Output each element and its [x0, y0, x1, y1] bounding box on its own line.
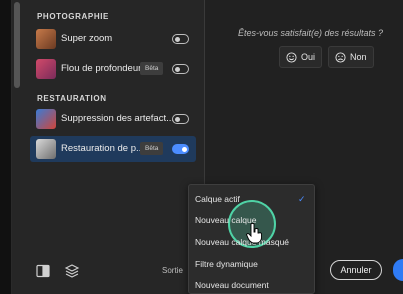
super-zoom-toggle[interactable] — [172, 34, 189, 44]
filter-row-super-zoom[interactable]: Super zoom — [30, 26, 196, 52]
beta-badge: Bêta — [140, 62, 164, 75]
compare-icon[interactable] — [35, 264, 51, 278]
depth-blur-toggle[interactable] — [172, 64, 189, 74]
filter-label: Restauration de p... — [61, 143, 144, 154]
panel-scrollbar[interactable] — [12, 0, 22, 294]
hand-cursor-icon — [245, 222, 262, 244]
filter-row-artifact-removal[interactable]: Suppression des artefact... — [30, 106, 196, 132]
feedback-no-button[interactable]: Non — [328, 46, 374, 68]
frown-icon — [335, 51, 346, 63]
filter-label: Flou de profondeur — [61, 63, 142, 74]
filter-label: Suppression des artefact... — [61, 113, 175, 124]
filter-row-photo-restoration[interactable]: Restauration de p... Bêta — [30, 136, 196, 162]
layers-icon[interactable] — [64, 264, 80, 278]
feedback-yes-label: Oui — [301, 52, 316, 62]
filter-row-depth-blur[interactable]: Flou de profondeur Bêta — [30, 56, 196, 82]
beta-badge: Bêta — [140, 142, 164, 155]
output-option-smart-filter[interactable]: Filtre dynamique — [195, 259, 258, 269]
artifact-removal-thumbnail — [36, 109, 56, 129]
feedback-yes-button[interactable]: Oui — [279, 46, 323, 68]
section-title-photography: PHOTOGRAPHIE — [37, 12, 109, 21]
left-edge-strip — [0, 0, 12, 294]
photo-restoration-thumbnail — [36, 139, 56, 159]
output-option-new-masked-layer[interactable]: Nouveau calque masqué — [195, 237, 289, 247]
output-option-active-layer[interactable]: Calque actif — [195, 194, 240, 204]
checkmark-icon: ✓ — [298, 194, 306, 204]
filter-label: Super zoom — [61, 33, 113, 44]
depth-blur-thumbnail — [36, 59, 56, 79]
feedback-question: Êtes-vous satisfait(e) des résultats ? — [238, 28, 384, 38]
artifact-removal-toggle[interactable] — [172, 114, 189, 124]
cancel-button[interactable]: Annuler — [330, 260, 382, 280]
scrollbar-thumb[interactable] — [14, 2, 20, 88]
output-label: Sortie — [162, 266, 183, 275]
section-title-restoration: RESTAURATION — [37, 94, 107, 103]
smile-icon — [286, 51, 297, 63]
super-zoom-thumbnail — [36, 29, 56, 49]
output-option-new-document[interactable]: Nouveau document — [195, 280, 269, 290]
photo-restoration-toggle[interactable] — [172, 144, 189, 154]
feedback-no-label: Non — [350, 52, 367, 62]
